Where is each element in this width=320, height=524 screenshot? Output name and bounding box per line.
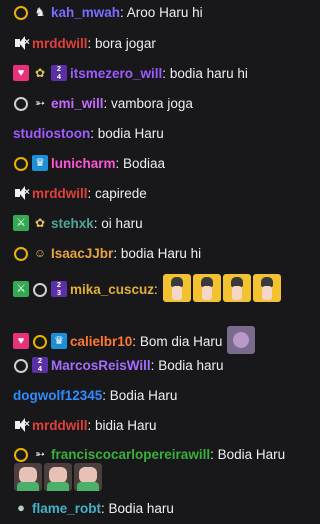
chat-message: ● flame_robt: Bodia haru [13,500,305,517]
sub-24-badge-icon[interactable]: 24 [32,357,48,373]
chat-message: ⚔ ✿ stehxk: oi haru [13,215,305,232]
fish-badge-icon[interactable]: ➳ [32,446,48,462]
emote-icon[interactable] [227,326,256,354]
emote-icon[interactable] [222,274,251,302]
horn-badge-icon[interactable]: ♞ [32,4,48,20]
fox-badge-icon[interactable]: ✿ [32,65,48,81]
chat-message: × mrddwill: bidia Haru [13,417,305,434]
emote-icon[interactable] [44,463,72,491]
chat-text: Bodia Haru [217,447,286,462]
chat-text: capirede [95,186,147,201]
chat-username[interactable]: mrddwill [32,418,88,433]
face-badge-icon[interactable]: ☺ [32,245,48,261]
chat-username[interactable]: kah_mwah [51,5,120,20]
ring-badge-icon[interactable] [14,448,28,462]
chat-username[interactable]: lunicharm [51,156,116,171]
chat-username[interactable]: mrddwill [32,186,88,201]
chat-text: bodia haru hi [169,66,248,81]
chat-username[interactable]: franciscocarlopereirawill [51,447,210,462]
ring-badge-icon[interactable] [14,247,28,261]
chat-panel: ♞ kah_mwah: Aroo Haru hi × mrddwill: bora … [0,0,314,524]
chat-separator: : [162,66,170,81]
chat-message: ♞ kah_mwah: Aroo Haru hi [13,4,305,21]
chat-text: Bodiaa [123,156,166,171]
sub-24-badge-icon[interactable]: 24 [51,65,67,81]
chat-message: ⚔ 2 3 mika_cuscuz: [13,274,305,302]
chat-message: 2 4 MarcosReisWill: Bodia haru [13,357,305,374]
chat-message: ♥ ✿ 2 4 itsmezero_will: bodia haru hi [13,65,305,82]
chat-text: Aroo Haru hi [126,5,203,20]
fox-badge-icon[interactable]: ✿ [32,215,48,231]
heart-badge-icon[interactable]: ♥ [13,65,29,81]
chat-message: × mrddwill: capirede [13,185,305,202]
emote-icon[interactable] [192,274,221,302]
chat-separator: : [87,186,96,201]
mute-badge-icon[interactable]: × [13,185,30,201]
chat-text: vambora joga [111,96,193,111]
chat-text: Bodia haru [108,501,174,516]
chat-message: ☺ IsaacJJbr: bodia Haru hi [13,245,305,262]
sword-badge-icon[interactable]: ⚔ [13,215,29,231]
chat-separator: : [132,334,140,349]
chat-separator: : [87,36,96,51]
chat-separator: : [210,447,218,462]
chat-separator: : [101,501,109,516]
chat-text: Bodia Haru [109,388,178,403]
chat-username[interactable]: mrddwill [32,36,88,51]
chat-message: ➳ emi_will: vambora joga [13,95,305,112]
chat-message: ♥ ♛ calielbr10: Bom dia Haru [13,326,305,354]
emote-icon[interactable] [252,274,281,302]
chat-username[interactable]: IsaacJJbr [51,246,113,261]
emote-icon[interactable] [74,463,102,491]
chat-text: bora jogar [95,36,156,51]
ring-badge-icon[interactable] [33,283,47,297]
chat-username[interactable]: itsmezero_will [70,66,162,81]
crown-badge-icon[interactable]: ♛ [51,333,67,349]
mute-badge-icon[interactable]: × [13,35,30,51]
chat-username[interactable]: dogwolf12345 [13,388,102,403]
chat-username[interactable]: studiostoon [13,126,90,141]
heart-badge-icon[interactable]: ♥ [13,333,29,349]
chat-text: Bom dia Haru [139,334,223,349]
chat-message: dogwolf12345: Bodia Haru [13,387,305,404]
sub-23-badge-icon[interactable]: 23 [51,281,67,297]
chat-separator: : [120,5,127,20]
ring-badge-icon[interactable] [33,335,47,349]
chat-separator: : [87,418,96,433]
chat-separator: : [115,156,124,171]
chat-username[interactable]: MarcosReisWill [51,358,151,373]
chat-username[interactable]: emi_will [51,96,104,111]
ring-badge-icon[interactable] [14,359,28,373]
sword-badge-icon[interactable]: ⚔ [13,281,29,297]
chat-username[interactable]: stehxk [51,216,94,231]
mute-badge-icon[interactable]: × [13,417,30,433]
chat-text: bodia Haru [97,126,164,141]
ring-badge-icon[interactable] [14,6,28,20]
chat-separator: : [102,388,110,403]
ring-badge-icon[interactable] [14,157,28,171]
chat-message: ♛ lunicharm: Bodiaa [13,155,305,172]
chat-message: × mrddwill: bora jogar [13,35,305,52]
ring-badge-icon[interactable] [14,97,28,111]
chat-text: bidia Haru [95,418,157,433]
chat-separator: : [113,246,121,261]
chat-message: ➳ franciscocarlopereirawill: Bodia Haru [13,446,305,491]
chat-message: studiostoon: bodia Haru [13,125,305,142]
chat-separator: : [154,282,162,297]
chat-text: bodia Haru hi [120,246,202,261]
chat-username[interactable]: calielbr10 [70,334,132,349]
chat-text: oi haru [101,216,143,231]
crown-badge-icon[interactable]: ♛ [32,155,48,171]
chat-separator: : [90,126,98,141]
chat-separator: : [103,96,112,111]
chat-username[interactable]: mika_cuscuz [70,282,154,297]
chat-username[interactable]: flame_robt [32,501,101,516]
emote-icon[interactable] [14,463,42,491]
chat-text: Bodia haru [158,358,224,373]
blob-badge-icon[interactable]: ● [13,500,29,516]
emote-icon[interactable] [162,274,191,302]
fish-badge-icon[interactable]: ➳ [32,95,48,111]
